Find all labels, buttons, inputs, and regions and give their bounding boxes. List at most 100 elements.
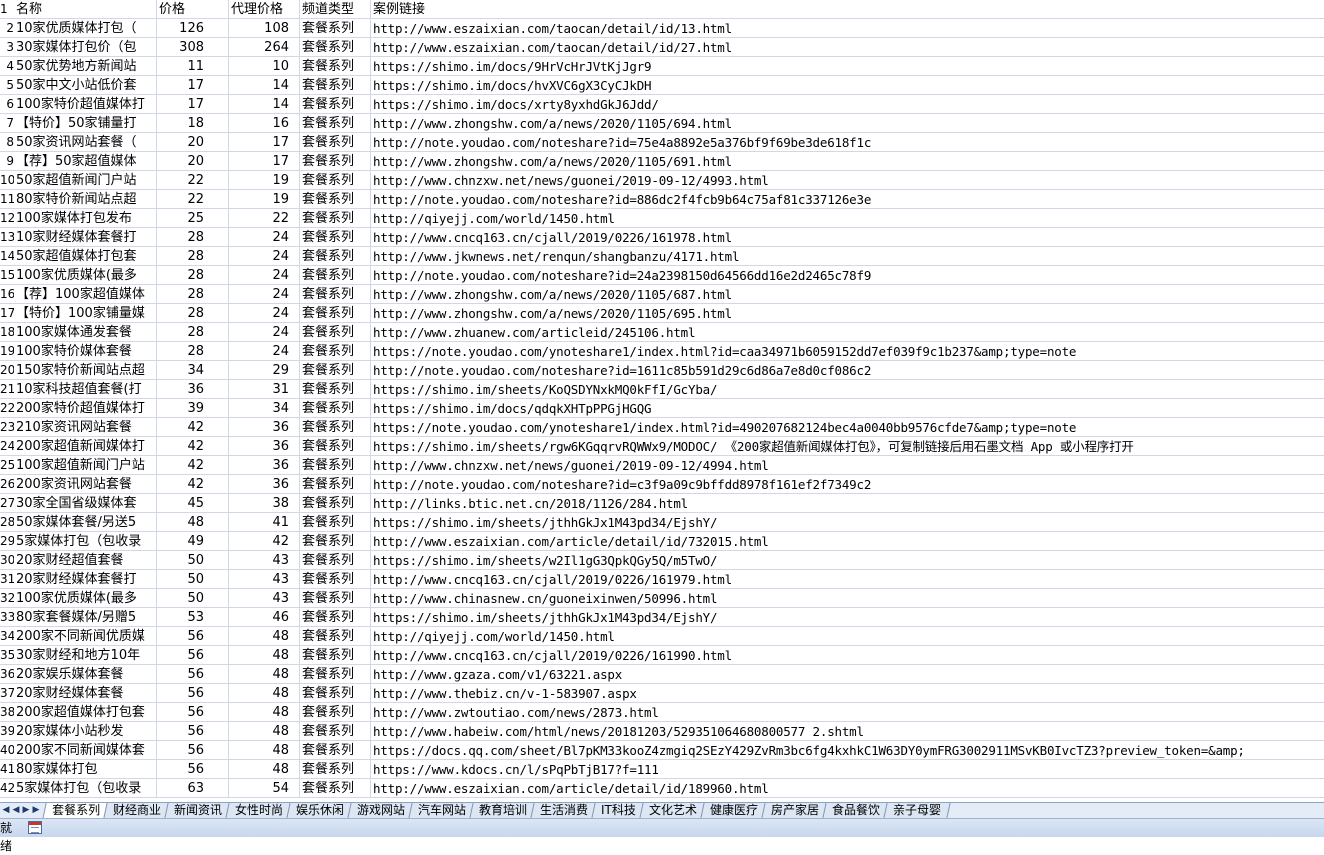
sheet-tab[interactable]: 游戏网站 — [347, 803, 415, 818]
cell-link[interactable]: https://shimo.im/docs/xrty8yxhdGkJ6Jdd/ — [371, 95, 1324, 114]
cell-link[interactable]: http://www.chnzxw.net/news/guonei/2019-0… — [371, 171, 1324, 190]
cell-name[interactable]: 20家娱乐媒体套餐 — [14, 665, 157, 684]
row-number[interactable]: 23 — [0, 418, 14, 437]
cell-link[interactable]: http://www.zhongshw.com/a/news/2020/1105… — [371, 304, 1324, 323]
cell-agent-price[interactable]: 17 — [229, 152, 300, 171]
cell-price[interactable]: 42 — [157, 475, 229, 494]
cell-name[interactable]: 20家财经媒体套餐 — [14, 684, 157, 703]
cell-agent-price[interactable]: 29 — [229, 361, 300, 380]
cell-price[interactable]: 20 — [157, 152, 229, 171]
cell-channel-type[interactable]: 套餐系列 — [300, 589, 371, 608]
cell-name[interactable]: 30家媒体打包价（包 — [14, 38, 157, 57]
cell-link[interactable]: http://www.jkwnews.net/renqun/shangbanzu… — [371, 247, 1324, 266]
cell-agent-price[interactable]: 46 — [229, 608, 300, 627]
row-number[interactable]: 38 — [0, 703, 14, 722]
cell-agent-price[interactable]: 38 — [229, 494, 300, 513]
row-number[interactable]: 26 — [0, 475, 14, 494]
cell-link[interactable]: http://www.zhongshw.com/a/news/2020/1105… — [371, 285, 1324, 304]
cell-channel-type[interactable]: 套餐系列 — [300, 627, 371, 646]
sheet-tab[interactable]: 汽车网站 — [408, 803, 476, 818]
row-number[interactable]: 33 — [0, 608, 14, 627]
header-agent-price[interactable]: 代理价格 — [229, 0, 300, 19]
cell-channel-type[interactable]: 套餐系列 — [300, 646, 371, 665]
cell-channel-type[interactable]: 套餐系列 — [300, 722, 371, 741]
cell-link[interactable]: http://note.youdao.com/noteshare?id=24a2… — [371, 266, 1324, 285]
cell-agent-price[interactable]: 36 — [229, 475, 300, 494]
cell-name[interactable]: 50家媒体套餐/另送5 — [14, 513, 157, 532]
cell-link[interactable]: https://www.kdocs.cn/l/sPqPbTjB17?f=111 — [371, 760, 1324, 779]
row-number[interactable]: 21 — [0, 380, 14, 399]
row-number[interactable]: 5 — [0, 76, 14, 95]
cell-price[interactable]: 53 — [157, 608, 229, 627]
row-number[interactable]: 41 — [0, 760, 14, 779]
cell-price[interactable]: 39 — [157, 399, 229, 418]
cell-link[interactable]: http://www.habeiw.com/html/news/20181203… — [371, 722, 1324, 741]
cell-name[interactable]: 10家财经媒体套餐打 — [14, 228, 157, 247]
sheet-tab[interactable]: 健康医疗 — [700, 803, 768, 818]
cell-price[interactable]: 50 — [157, 570, 229, 589]
cell-channel-type[interactable]: 套餐系列 — [300, 494, 371, 513]
row-number[interactable]: 18 — [0, 323, 14, 342]
cell-link[interactable]: https://shimo.im/docs/qdqkXHTpPPGjHGQG — [371, 399, 1324, 418]
cell-link[interactable]: https://shimo.im/sheets/jthhGkJx1M43pd34… — [371, 513, 1324, 532]
sheet-tab[interactable]: 房产家居 — [761, 803, 829, 818]
cell-link[interactable]: https://shimo.im/sheets/KoQSDYNxkMQ0kFfI… — [371, 380, 1324, 399]
cell-name[interactable]: 50家超值媒体打包套 — [14, 247, 157, 266]
cell-link[interactable]: http://www.cncq163.cn/cjall/2019/0226/16… — [371, 646, 1324, 665]
sheet-tab[interactable]: 亲子母婴 — [883, 803, 951, 818]
row-number[interactable]: 28 — [0, 513, 14, 532]
row-number[interactable]: 27 — [0, 494, 14, 513]
cell-channel-type[interactable]: 套餐系列 — [300, 399, 371, 418]
cell-name[interactable]: 200家超值媒体打包套 — [14, 703, 157, 722]
cell-name[interactable]: 10家科技超值套餐(打 — [14, 380, 157, 399]
row-number[interactable]: 3 — [0, 38, 14, 57]
cell-price[interactable]: 25 — [157, 209, 229, 228]
cell-channel-type[interactable]: 套餐系列 — [300, 456, 371, 475]
cell-name[interactable]: 210家资讯网站套餐 — [14, 418, 157, 437]
cell-channel-type[interactable]: 套餐系列 — [300, 190, 371, 209]
row-number[interactable]: 36 — [0, 665, 14, 684]
row-number[interactable]: 10 — [0, 171, 14, 190]
cell-link[interactable]: http://www.zhongshw.com/a/news/2020/1105… — [371, 152, 1324, 171]
cell-link[interactable]: https://shimo.im/sheets/jthhGkJx1M43pd34… — [371, 608, 1324, 627]
cell-channel-type[interactable]: 套餐系列 — [300, 779, 371, 798]
cell-channel-type[interactable]: 套餐系列 — [300, 532, 371, 551]
sheet-tab[interactable]: 娱乐休闲 — [286, 803, 354, 818]
cell-agent-price[interactable]: 48 — [229, 665, 300, 684]
cell-channel-type[interactable]: 套餐系列 — [300, 342, 371, 361]
sheet-tab[interactable]: 教育培训 — [469, 803, 537, 818]
cell-channel-type[interactable]: 套餐系列 — [300, 19, 371, 38]
cell-price[interactable]: 28 — [157, 323, 229, 342]
cell-agent-price[interactable]: 48 — [229, 760, 300, 779]
row-number[interactable]: 14 — [0, 247, 14, 266]
cell-price[interactable]: 49 — [157, 532, 229, 551]
cell-channel-type[interactable]: 套餐系列 — [300, 114, 371, 133]
cell-price[interactable]: 42 — [157, 418, 229, 437]
cell-link[interactable]: http://note.youdao.com/noteshare?id=1611… — [371, 361, 1324, 380]
cell-agent-price[interactable]: 42 — [229, 532, 300, 551]
cell-agent-price[interactable]: 10 — [229, 57, 300, 76]
cell-channel-type[interactable]: 套餐系列 — [300, 152, 371, 171]
row-number[interactable]: 20 — [0, 361, 14, 380]
row-number[interactable]: 24 — [0, 437, 14, 456]
cell-agent-price[interactable]: 48 — [229, 703, 300, 722]
row-number[interactable]: 1 — [0, 0, 14, 19]
cell-link[interactable]: http://www.thebiz.cn/v-1-583907.aspx — [371, 684, 1324, 703]
cell-channel-type[interactable]: 套餐系列 — [300, 551, 371, 570]
cell-channel-type[interactable]: 套餐系列 — [300, 703, 371, 722]
cell-channel-type[interactable]: 套餐系列 — [300, 304, 371, 323]
cell-channel-type[interactable]: 套餐系列 — [300, 418, 371, 437]
cell-agent-price[interactable]: 41 — [229, 513, 300, 532]
cell-name[interactable]: 100家特价超值媒体打 — [14, 95, 157, 114]
cell-agent-price[interactable]: 34 — [229, 399, 300, 418]
cell-name[interactable]: 80家特价新闻站点超 — [14, 190, 157, 209]
cell-agent-price[interactable]: 24 — [229, 304, 300, 323]
cell-agent-price[interactable]: 14 — [229, 76, 300, 95]
row-number[interactable]: 19 — [0, 342, 14, 361]
sheet-tab[interactable]: IT科技 — [591, 803, 646, 818]
header-price[interactable]: 价格 — [157, 0, 229, 19]
row-number[interactable]: 39 — [0, 722, 14, 741]
cell-link[interactable]: https://shimo.im/docs/hvXVC6gX3CyCJkDH — [371, 76, 1324, 95]
cell-channel-type[interactable]: 套餐系列 — [300, 361, 371, 380]
row-number[interactable]: 7 — [0, 114, 14, 133]
